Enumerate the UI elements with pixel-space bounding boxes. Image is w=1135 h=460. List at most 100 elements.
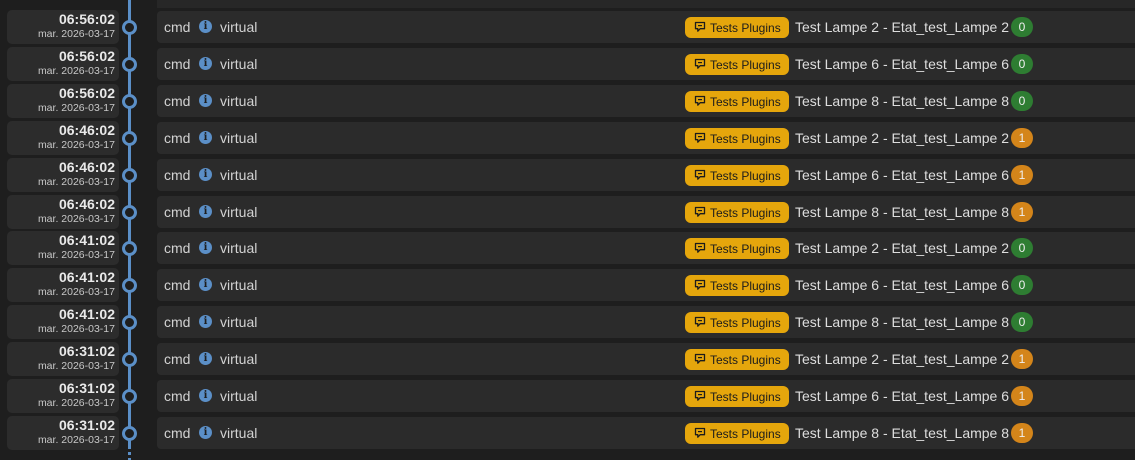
- entry-date: mar. 2026-03-17: [37, 212, 115, 225]
- info-icon[interactable]: i: [199, 315, 212, 329]
- entry-time: 06:31:02: [58, 380, 115, 396]
- command-name[interactable]: Test Lampe 2 - Etat_test_Lampe 2: [795, 240, 1009, 256]
- entry-time: 06:56:02: [58, 84, 115, 101]
- entry-card[interactable]: cmd i virtual Tests Plugins Test Lampe 8…: [157, 84, 1135, 117]
- entry-card[interactable]: cmd i virtual Tests Plugins Test Lampe 2…: [157, 343, 1135, 376]
- command-name[interactable]: Test Lampe 8 - Etat_test_Lampe 8: [795, 93, 1009, 109]
- entry-plugin: virtual: [220, 388, 258, 404]
- timestamp-box: 06:41:02 mar. 2026-03-17: [7, 268, 119, 303]
- info-icon[interactable]: i: [199, 56, 212, 70]
- entry-date: mar. 2026-03-17: [37, 101, 115, 114]
- info-icon[interactable]: i: [199, 204, 212, 218]
- info-icon[interactable]: i: [199, 425, 212, 439]
- timeline-entry: 06:56:02 mar. 2026-03-17 cmd i virtual T…: [0, 46, 1135, 81]
- value-badge: 0: [1011, 275, 1033, 296]
- value-badge: 0: [1011, 17, 1033, 37]
- object-tag[interactable]: Tests Plugins: [685, 422, 789, 444]
- timeline-node: [122, 93, 137, 109]
- object-tag[interactable]: Tests Plugins: [685, 90, 789, 112]
- object-tag[interactable]: Tests Plugins: [685, 201, 789, 223]
- comment-icon: [694, 427, 706, 438]
- entry-type: cmd: [164, 314, 191, 331]
- comment-icon: [694, 206, 706, 217]
- timestamp-box: 06:46:02 mar. 2026-03-17: [7, 120, 119, 155]
- timeline-entry: 06:41:02 mar. 2026-03-17 cmd i virtual T…: [0, 305, 1135, 340]
- entry-card[interactable]: cmd i virtual Tests Plugins Test Lampe 8…: [157, 195, 1135, 228]
- entry-card[interactable]: cmd i virtual Tests Plugins Test Lampe 6…: [157, 158, 1135, 191]
- entry-card[interactable]: cmd i virtual Tests Plugins Test Lampe 2…: [157, 11, 1135, 43]
- timeline-entry: 06:31:02 mar. 2026-03-17 cmd i virtual T…: [0, 379, 1135, 413]
- info-icon[interactable]: i: [199, 20, 212, 33]
- info-icon[interactable]: i: [199, 352, 212, 366]
- comment-icon: [694, 95, 706, 106]
- info-icon[interactable]: i: [199, 278, 212, 292]
- object-tag[interactable]: Tests Plugins: [685, 164, 789, 186]
- timeline-node: [122, 425, 137, 441]
- command-name[interactable]: Test Lampe 2 - Etat_test_Lampe 2: [795, 19, 1009, 35]
- command-name[interactable]: Test Lampe 8 - Etat_test_Lampe 8: [795, 425, 1009, 441]
- comment-icon: [694, 317, 706, 328]
- info-icon[interactable]: i: [199, 130, 212, 144]
- entry-card[interactable]: cmd i virtual Tests Plugins Test Lampe 6…: [157, 47, 1135, 80]
- object-tag-label: Tests Plugins: [710, 168, 781, 183]
- object-tag[interactable]: Tests Plugins: [685, 17, 789, 38]
- command-name[interactable]: Test Lampe 8 - Etat_test_Lampe 8: [795, 314, 1009, 330]
- comment-icon: [694, 243, 706, 254]
- value-badge: 0: [1011, 312, 1033, 333]
- entry-date: mar. 2026-03-17: [37, 175, 115, 188]
- entry-time: 06:41:02: [58, 306, 115, 323]
- previous-entry-card: [157, 0, 1135, 8]
- entry-type: cmd: [164, 351, 191, 368]
- entry-time: 06:56:02: [58, 11, 115, 27]
- command-name[interactable]: Test Lampe 2 - Etat_test_Lampe 2: [795, 130, 1009, 146]
- command-name[interactable]: Test Lampe 6 - Etat_test_Lampe 6: [795, 56, 1009, 72]
- entry-time: 06:31:02: [58, 343, 115, 360]
- value-badge: 0: [1011, 238, 1033, 259]
- info-icon[interactable]: i: [199, 167, 212, 181]
- command-name[interactable]: Test Lampe 6 - Etat_test_Lampe 6: [795, 277, 1009, 293]
- comment-icon: [694, 390, 706, 401]
- object-tag-label: Tests Plugins: [710, 242, 781, 257]
- entry-card[interactable]: cmd i virtual Tests Plugins Test Lampe 6…: [157, 380, 1135, 412]
- entry-date: mar. 2026-03-17: [37, 249, 115, 262]
- info-icon[interactable]: i: [199, 93, 212, 107]
- entry-card[interactable]: cmd i virtual Tests Plugins Test Lampe 8…: [157, 416, 1135, 449]
- command-name[interactable]: Test Lampe 6 - Etat_test_Lampe 6: [795, 388, 1009, 404]
- value-badge: 1: [1011, 386, 1033, 406]
- command-name[interactable]: Test Lampe 8 - Etat_test_Lampe 8: [795, 204, 1009, 220]
- timeline-node: [122, 167, 137, 183]
- comment-icon: [694, 132, 706, 143]
- object-tag[interactable]: Tests Plugins: [685, 238, 789, 260]
- object-tag[interactable]: Tests Plugins: [685, 275, 789, 297]
- command-name[interactable]: Test Lampe 2 - Etat_test_Lampe 2: [795, 351, 1009, 367]
- entry-card[interactable]: cmd i virtual Tests Plugins Test Lampe 8…: [157, 306, 1135, 339]
- timeline-entry: 06:46:02 mar. 2026-03-17 cmd i virtual T…: [0, 194, 1135, 229]
- object-tag[interactable]: Tests Plugins: [685, 349, 789, 371]
- timestamp-box: 06:46:02 mar. 2026-03-17: [7, 157, 119, 192]
- value-badge: 1: [1011, 422, 1033, 443]
- info-icon[interactable]: i: [199, 241, 212, 255]
- entry-plugin: virtual: [220, 314, 258, 331]
- entry-card[interactable]: cmd i virtual Tests Plugins Test Lampe 2…: [157, 232, 1135, 265]
- command-name[interactable]: Test Lampe 6 - Etat_test_Lampe 6: [795, 167, 1009, 183]
- info-icon[interactable]: i: [199, 389, 212, 402]
- object-tag[interactable]: Tests Plugins: [685, 386, 789, 407]
- object-tag[interactable]: Tests Plugins: [685, 127, 789, 149]
- object-tag[interactable]: Tests Plugins: [685, 53, 789, 75]
- object-tag[interactable]: Tests Plugins: [685, 312, 789, 334]
- timestamp-box: 06:56:02 mar. 2026-03-17: [7, 83, 119, 118]
- entry-card[interactable]: cmd i virtual Tests Plugins Test Lampe 6…: [157, 269, 1135, 302]
- value-badge: 0: [1011, 90, 1033, 111]
- entry-type: cmd: [164, 92, 191, 109]
- entry-date: mar. 2026-03-17: [37, 28, 115, 40]
- entry-card[interactable]: cmd i virtual Tests Plugins Test Lampe 2…: [157, 121, 1135, 154]
- timestamp-box: 06:56:02 mar. 2026-03-17: [7, 10, 119, 44]
- entry-time: 06:46:02: [58, 158, 115, 175]
- value-badge: 1: [1011, 201, 1033, 222]
- timestamp-box: 06:41:02 mar. 2026-03-17: [7, 305, 119, 340]
- timeline-entry: 06:56:02 mar. 2026-03-17 cmd i virtual T…: [0, 83, 1135, 118]
- timeline-entry: 06:46:02 mar. 2026-03-17 cmd i virtual T…: [0, 120, 1135, 155]
- entry-time: 06:56:02: [58, 47, 115, 64]
- timeline-node: [122, 315, 137, 331]
- timestamp-box: 06:31:02 mar. 2026-03-17: [7, 379, 119, 413]
